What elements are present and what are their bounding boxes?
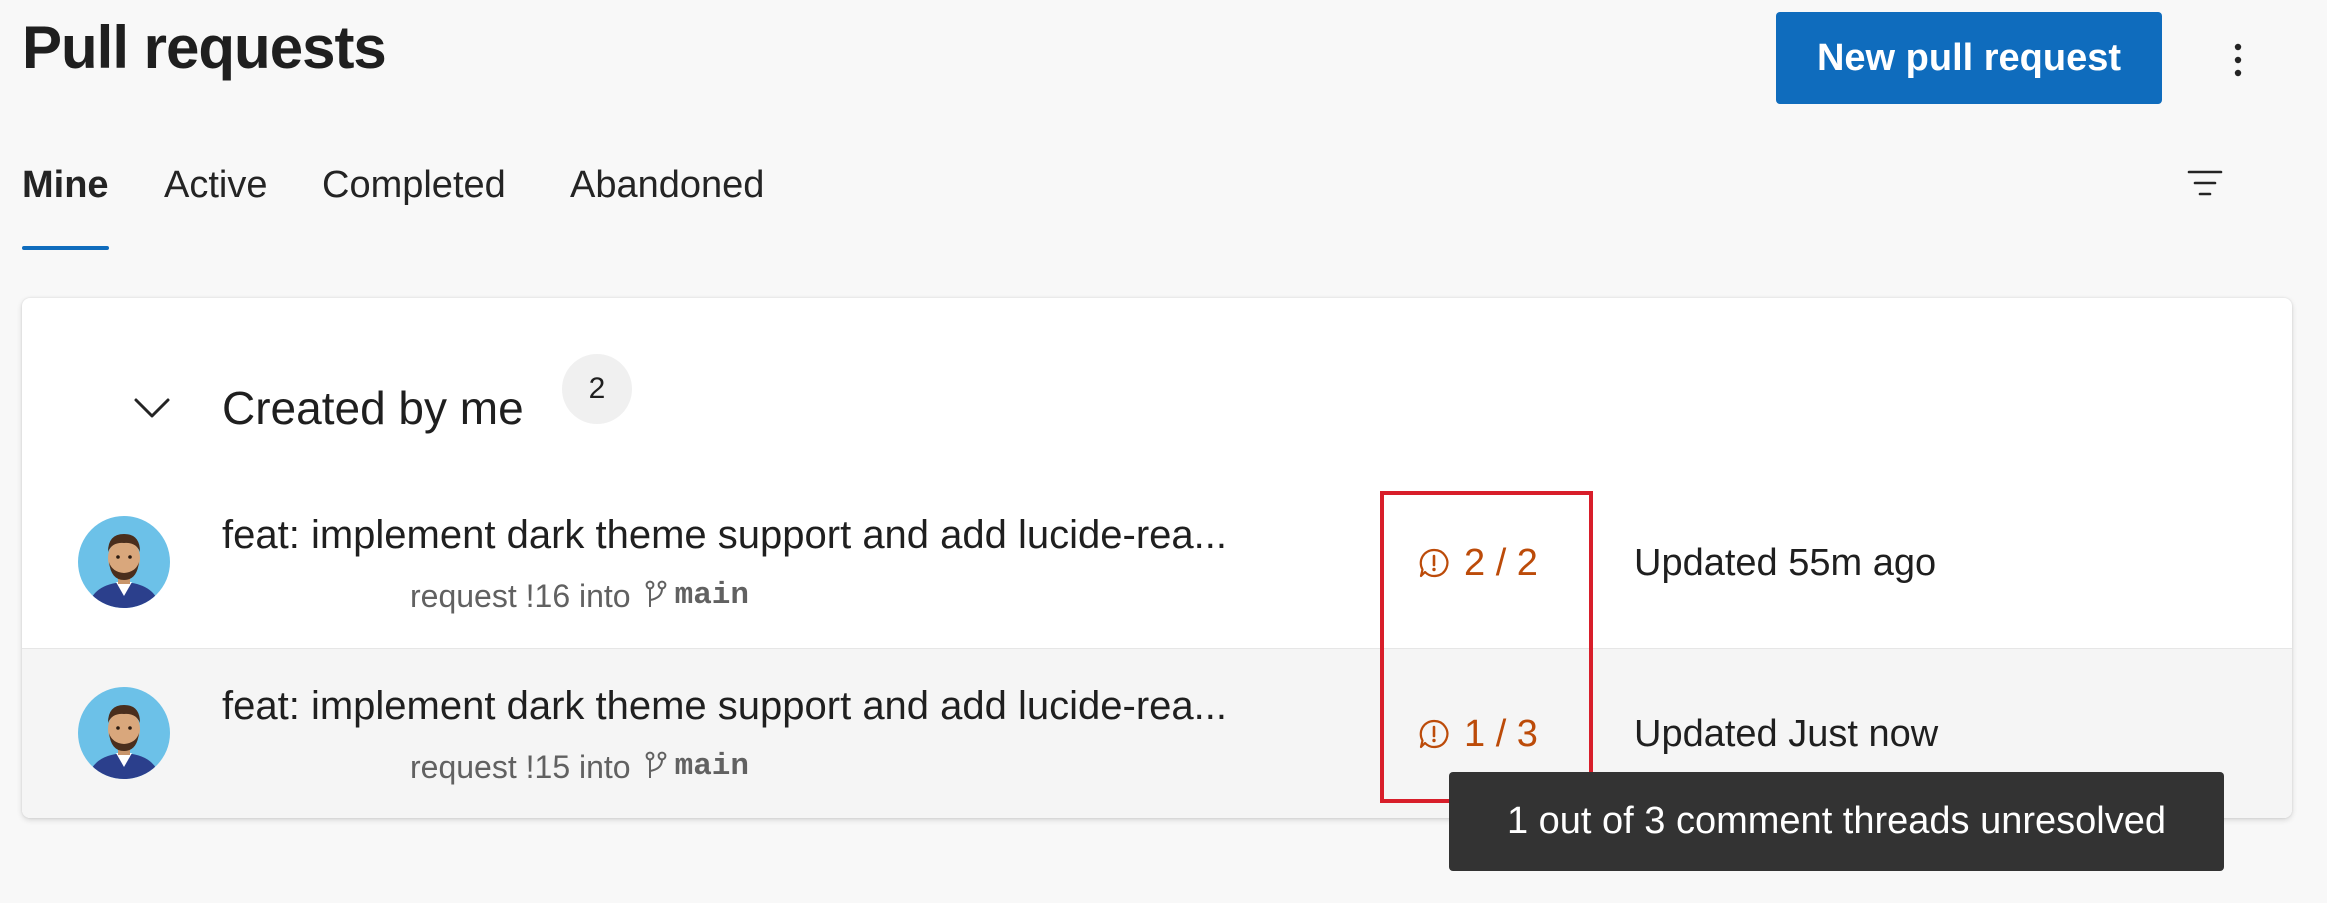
updated-time: Updated 55m ago [1634, 542, 1937, 584]
group-collapse-toggle[interactable] [112, 368, 192, 448]
comment-tooltip: 1 out of 3 comment threads unresolved [1449, 772, 2224, 871]
tab-mine[interactable]: Mine [22, 150, 109, 250]
pr-row[interactable]: feat: implement dark theme support and a… [22, 478, 2292, 649]
comment-status[interactable]: 1 / 3 [1418, 709, 1538, 759]
comment-warning-icon [1418, 718, 1450, 750]
chevron-down-icon [133, 397, 171, 419]
comment-count: 1 / 3 [1464, 713, 1538, 755]
pr-number-label: request !15 into [410, 749, 631, 785]
pr-title[interactable]: feat: implement dark theme support and a… [222, 506, 1227, 564]
target-branch: main [674, 578, 750, 613]
page-title: Pull requests [22, 14, 387, 81]
pr-title[interactable]: feat: implement dark theme support and a… [222, 677, 1227, 735]
tab-abandoned[interactable]: Abandoned [570, 150, 764, 250]
pr-group-card: Created by me 2 feat: implement dark the… [22, 298, 2292, 818]
updated-time: Updated Just now [1634, 713, 1939, 755]
avatar [78, 516, 170, 608]
pr-subtitle: request !15 into main [410, 747, 749, 787]
avatar [78, 687, 170, 779]
pr-number-label: request !16 into [410, 578, 631, 614]
comment-count: 2 / 2 [1464, 542, 1538, 584]
branch-icon [645, 580, 667, 612]
more-vertical-icon [2233, 43, 2243, 77]
count-badge: 2 [562, 354, 632, 424]
new-pull-request-button[interactable]: New pull request [1776, 12, 2162, 104]
group-title: Created by me [222, 382, 524, 434]
filter-icon [2187, 168, 2223, 198]
comment-status[interactable]: 2 / 2 [1418, 538, 1538, 588]
tab-completed[interactable]: Completed [322, 150, 506, 250]
target-branch: main [674, 749, 750, 784]
branch-icon [645, 751, 667, 783]
comment-warning-icon [1418, 547, 1450, 579]
pr-subtitle: request !16 into main [410, 576, 749, 616]
tab-active[interactable]: Active [164, 150, 267, 250]
more-options-button[interactable] [2208, 30, 2268, 90]
filter-button[interactable] [2180, 158, 2230, 208]
